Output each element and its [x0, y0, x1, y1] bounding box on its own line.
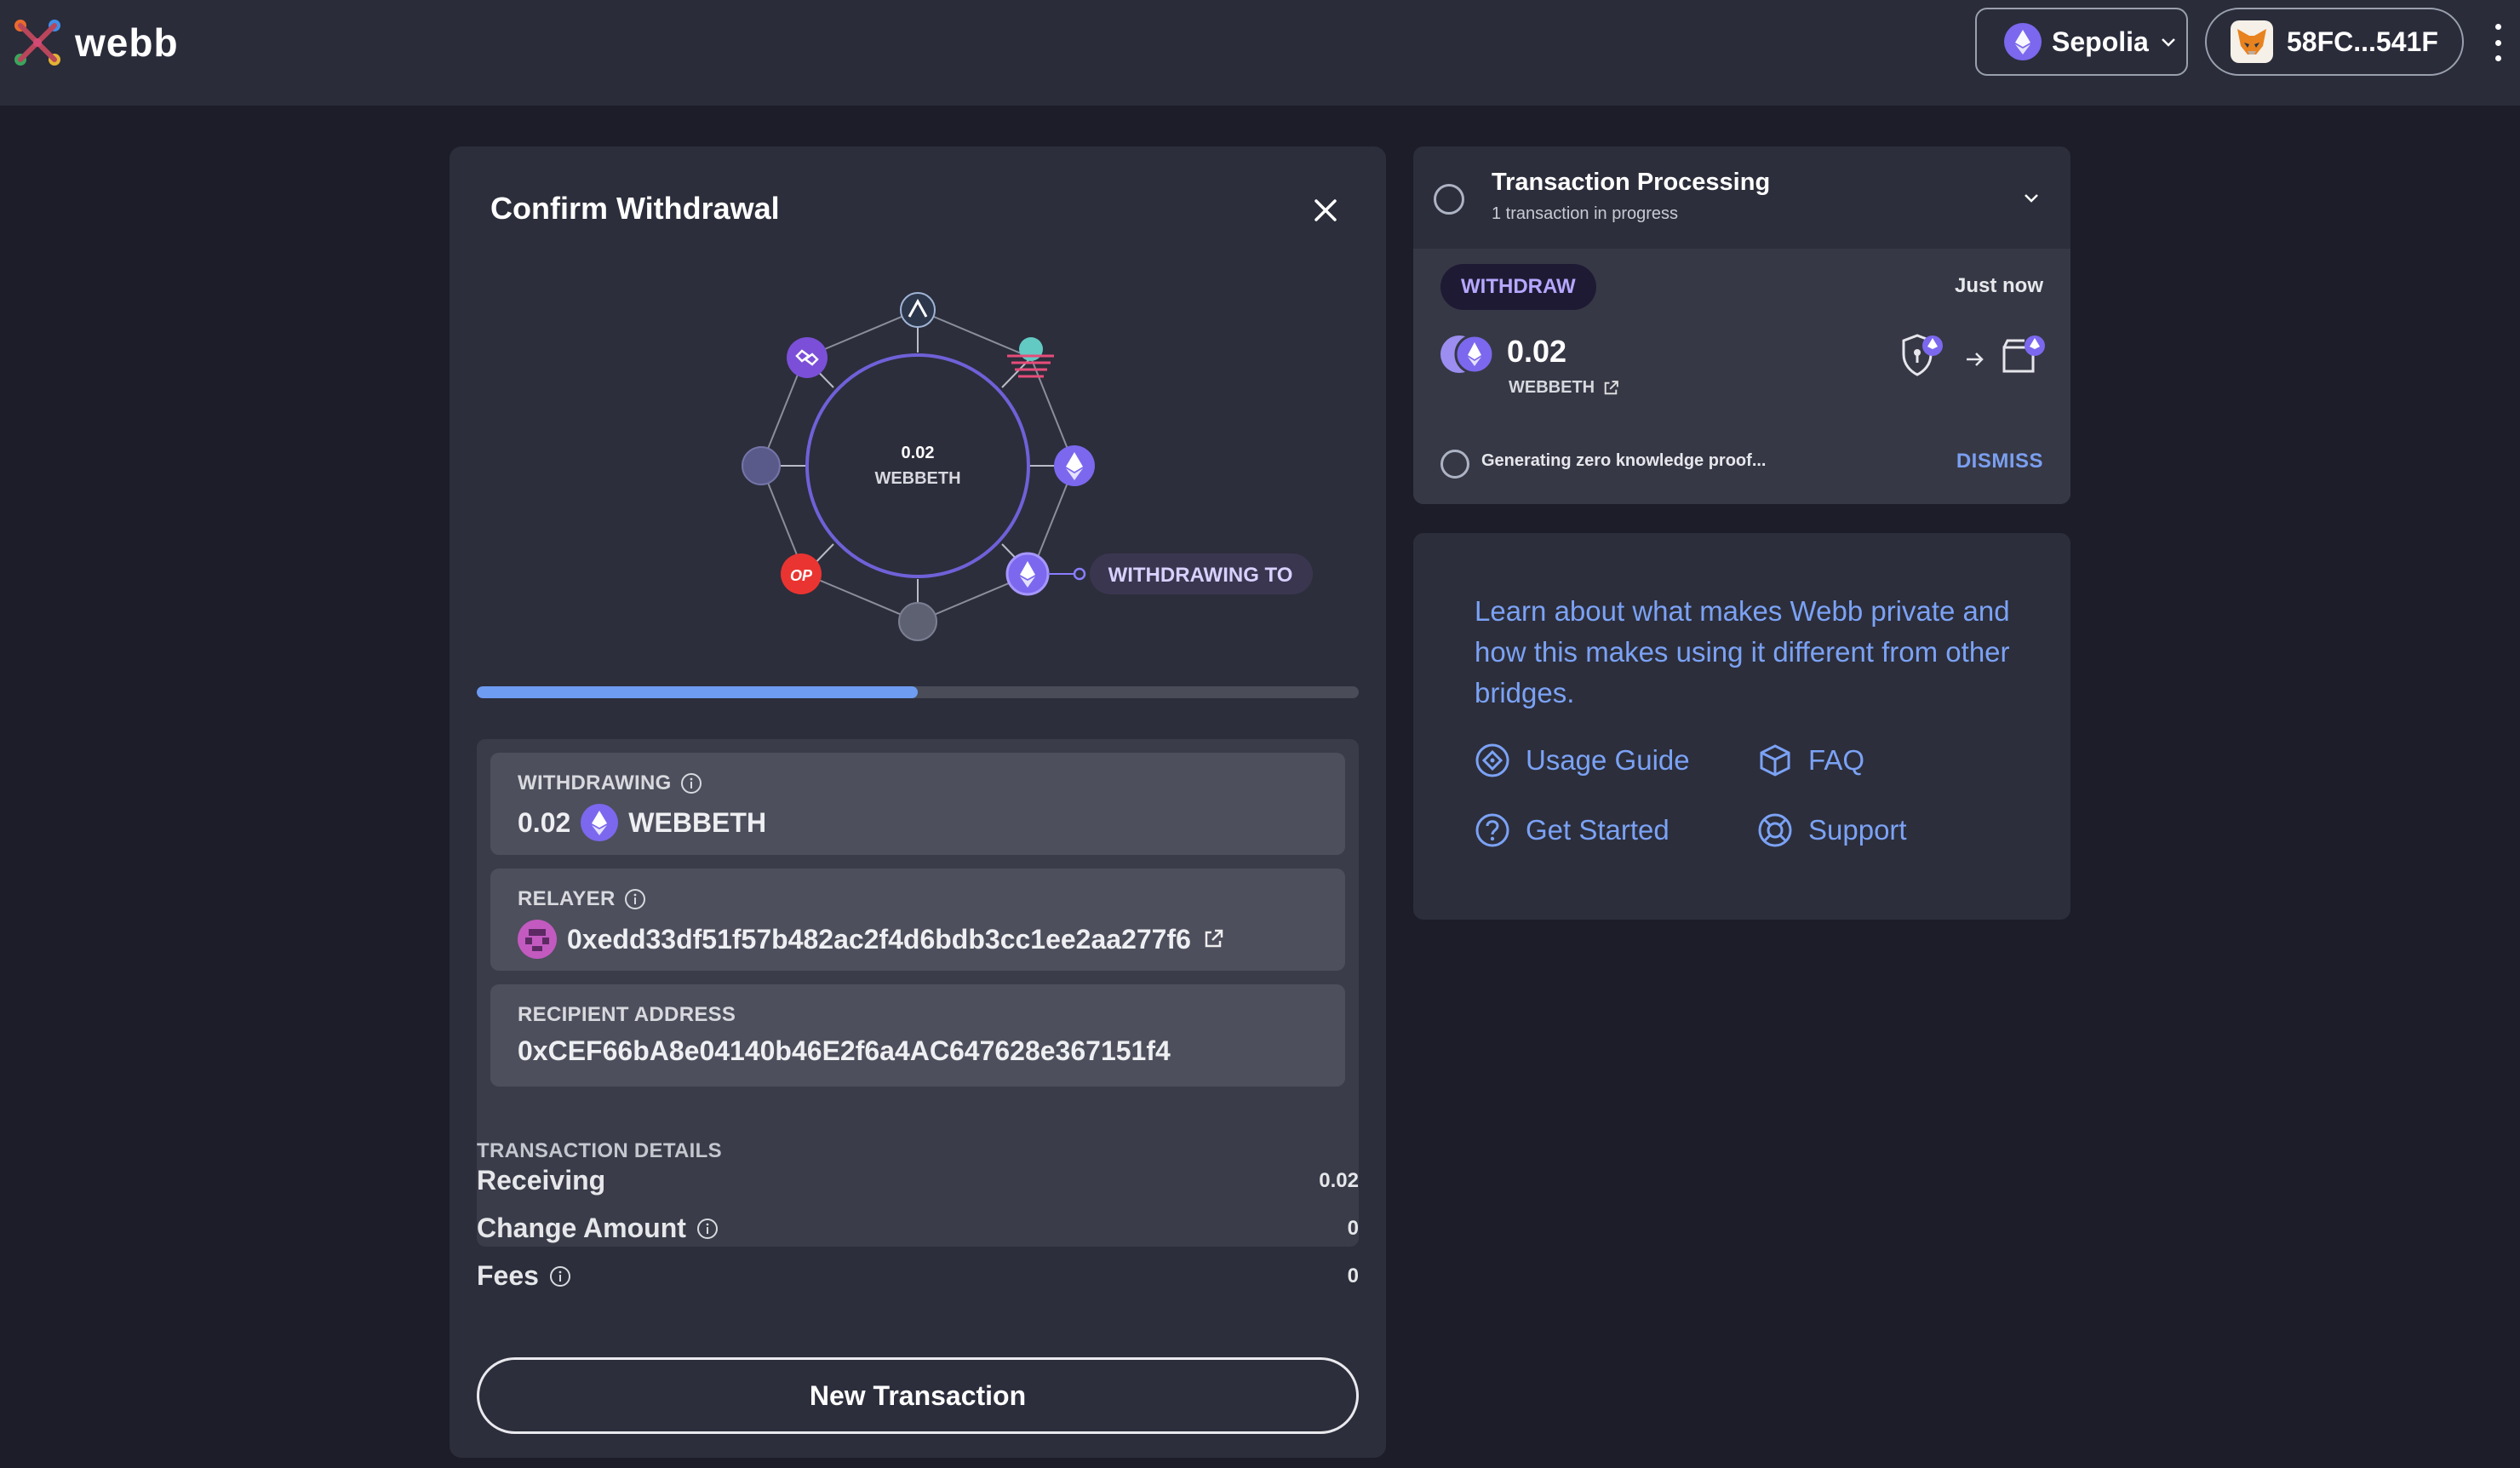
get-started-link[interactable]: Get Started [1475, 812, 1670, 848]
recipient-label: RECIPIENT ADDRESS [518, 1003, 736, 1026]
fees-row: Fees 0 [477, 1260, 1359, 1292]
withdraw-progress-bar [477, 686, 1359, 698]
info-icon[interactable] [680, 772, 702, 794]
ethereum-icon [2004, 23, 2042, 60]
receiving-value: 0.02 [1319, 1168, 1359, 1192]
loading-spinner-icon [1434, 184, 1464, 215]
info-icon[interactable] [549, 1265, 571, 1287]
progress-fill [477, 686, 918, 698]
lifebuoy-icon [1758, 813, 1792, 847]
info-icon[interactable] [696, 1218, 719, 1240]
receiving-row: Receiving 0.02 [477, 1165, 1359, 1196]
token-pair-icon [1440, 334, 1495, 375]
new-transaction-button[interactable]: New Transaction [477, 1357, 1359, 1434]
chevron-down-icon[interactable] [2021, 187, 2042, 208]
network-selector[interactable]: Sepolia [1975, 8, 2188, 76]
relayer-row: RELAYER 0xedd33df51f57b482ac2f4d6bdb3cc1… [490, 869, 1345, 971]
optimism-label: OP [790, 567, 813, 584]
compass-icon [1475, 743, 1509, 777]
chevron-down-icon [2161, 38, 2175, 47]
tx-amount: 0.02 [1507, 334, 1567, 369]
box-icon [1760, 744, 1790, 777]
dismiss-button[interactable]: DISMISS [1956, 450, 2043, 473]
faq-label: FAQ [1808, 744, 1865, 776]
support-link[interactable]: Support [1757, 812, 1907, 848]
withdrawing-to-label: WITHDRAWING TO [1108, 564, 1293, 587]
usage-guide-label: Usage Guide [1526, 744, 1690, 776]
webb-logo[interactable]: webb [12, 17, 179, 68]
transaction-processing-panel: Transaction Processing 1 transaction in … [1413, 146, 2070, 504]
relayer-label: RELAYER [518, 887, 616, 910]
more-menu-icon[interactable] [2491, 24, 2505, 61]
withdrawing-row: WITHDRAWING 0.02 WEBBETH [490, 753, 1345, 855]
center-token: WEBBETH [874, 469, 960, 488]
recipient-address: 0xCEF66bA8e04140b46E2f6a4AC647628e367151… [518, 1035, 1171, 1066]
tx-panel-subtitle: 1 transaction in progress [1492, 204, 1679, 223]
metamask-fox-icon [2231, 20, 2273, 63]
wallet-account-button[interactable]: 58FC...541F [2205, 8, 2464, 76]
external-link-icon[interactable] [1201, 927, 1225, 951]
relayer-avatar-icon [518, 920, 557, 959]
change-amount-label: Change Amount [477, 1213, 686, 1243]
withdrawing-token: WEBBETH [628, 806, 767, 838]
relayer-address[interactable]: 0xedd33df51f57b482ac2f4d6bdb3cc1ee2aa277… [567, 924, 1191, 955]
network-name: Sepolia [2052, 26, 2149, 57]
chain-diagram: 0.02 WEBBETH WITHDRAWING TO OP [742, 292, 1313, 641]
webb-logo-icon [14, 20, 60, 66]
top-bar: webb Sepolia 58FC...541F [0, 0, 2520, 106]
change-amount-row: Change Amount 0 [477, 1213, 1359, 1244]
center-circle [805, 353, 1030, 578]
transaction-details-title: TRANSACTION DETAILS [477, 1139, 722, 1162]
destination-chain-icon[interactable] [1005, 552, 1050, 596]
info-icon[interactable] [624, 888, 646, 910]
arrow-right-icon [1967, 353, 1984, 366]
change-amount-value: 0 [1347, 1216, 1359, 1240]
tx-panel-header[interactable]: Transaction Processing 1 transaction in … [1413, 146, 2070, 250]
get-started-label: Get Started [1526, 814, 1670, 846]
question-icon [1475, 813, 1509, 847]
scroll-chain-icon[interactable] [1007, 337, 1054, 378]
ethereum-icon [581, 804, 619, 841]
tx-token-link[interactable]: WEBBETH [1509, 378, 1620, 398]
wallet-icon [2002, 335, 2045, 373]
recipient-row: RECIPIENT ADDRESS 0xCEF66bA8e04140b46E2f… [490, 984, 1345, 1087]
tx-type-badge: WITHDRAW [1440, 264, 1596, 310]
ethereum-chain-icon[interactable] [1054, 445, 1095, 486]
withdrawing-label: WITHDRAWING [518, 771, 672, 794]
external-link-icon[interactable] [1601, 379, 1620, 398]
tx-token: WEBBETH [1509, 378, 1595, 397]
tx-item: WITHDRAW Just now 0.02 WEBBETH Generatin… [1413, 249, 2070, 504]
usage-guide-link[interactable]: Usage Guide [1475, 743, 1690, 778]
brand-name: webb [75, 20, 179, 65]
confirm-withdrawal-card: Confirm Withdrawal 0.02 WEBBETH WITHDRAW… [450, 146, 1386, 1458]
inactive-chain-icon[interactable] [742, 446, 781, 485]
faq-link[interactable]: FAQ [1757, 743, 1864, 778]
tx-status-text: Generating zero knowledge proof... [1481, 451, 1767, 470]
fees-value: 0 [1347, 1264, 1359, 1287]
tx-panel-title: Transaction Processing [1492, 169, 1771, 196]
learn-panel: Learn about what makes Webb private and … [1413, 533, 2070, 920]
tx-time: Just now [1954, 274, 2043, 297]
receiving-label: Receiving [477, 1165, 606, 1196]
loading-spinner-icon [1440, 450, 1469, 479]
fees-label: Fees [477, 1260, 539, 1291]
support-label: Support [1808, 814, 1907, 846]
shielded-pool-icon [1902, 334, 1943, 376]
withdrawing-amount: 0.02 [518, 806, 571, 838]
polygon-chain-icon[interactable] [787, 337, 828, 378]
optimism-chain-icon[interactable]: OP [781, 553, 822, 594]
unknown-chain-icon[interactable] [898, 602, 937, 641]
center-amount: 0.02 [902, 444, 935, 462]
arbitrum-chain-icon[interactable] [900, 292, 936, 328]
account-address: 58FC...541F [2287, 26, 2438, 57]
learn-text[interactable]: Learn about what makes Webb private and … [1475, 591, 2036, 714]
